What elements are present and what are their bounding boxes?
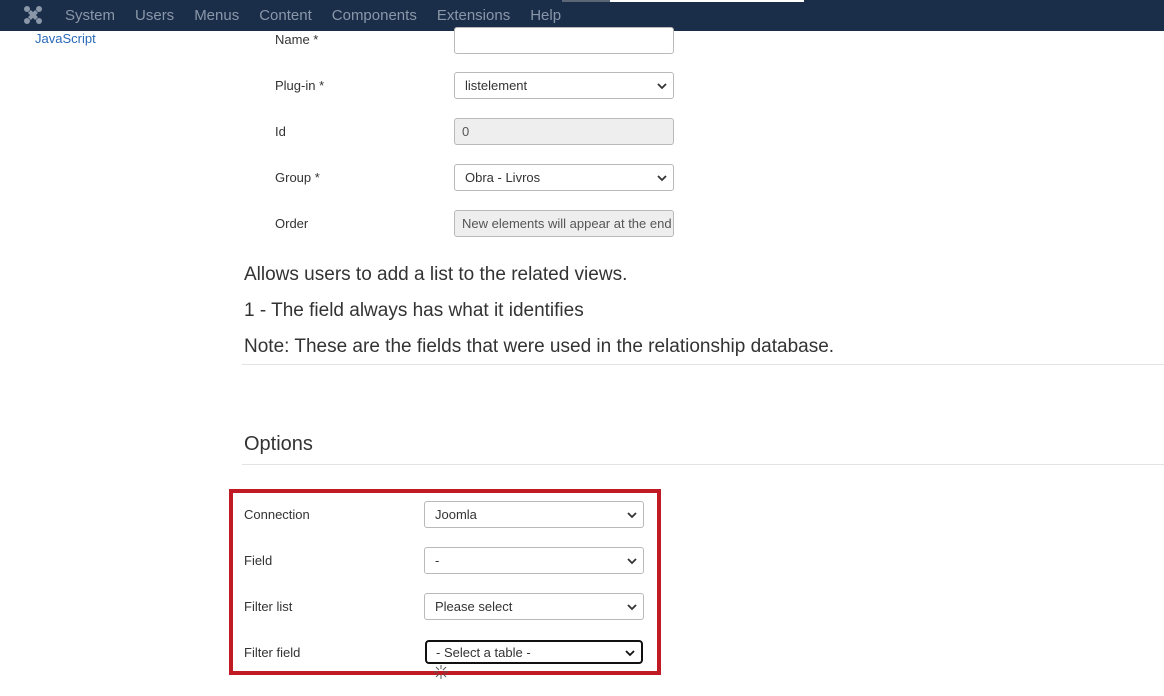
navbar-search-edge-dark	[562, 0, 610, 2]
description-line-1: Allows users to add a list to the relate…	[244, 264, 628, 285]
field-select[interactable]: -	[424, 547, 644, 574]
chevron-down-icon	[657, 83, 667, 90]
field-select-value: -	[435, 553, 440, 568]
chevron-down-icon	[627, 558, 637, 565]
group-select-value: Obra - Livros	[465, 170, 541, 185]
field-label: Field	[244, 553, 273, 568]
filter-list-select[interactable]: Please select	[424, 593, 644, 620]
description-line-2: 1 - The field always has what it identif…	[244, 300, 584, 321]
filter-field-label: Filter field	[244, 645, 301, 660]
menu-system[interactable]: System	[55, 0, 125, 31]
joomla-logo-icon[interactable]	[22, 4, 44, 26]
menu-users[interactable]: Users	[125, 0, 184, 31]
connection-select-value: Joomla	[435, 507, 477, 522]
name-label: Name *	[275, 32, 319, 47]
plugin-select-value: listelement	[465, 78, 528, 93]
options-divider	[242, 464, 1164, 465]
order-label: Order	[275, 216, 309, 231]
options-title: Options	[244, 433, 313, 455]
sidebar-link-javascript[interactable]: JavaScript	[35, 31, 96, 46]
filter-list-select-value: Please select	[435, 599, 513, 614]
id-label: Id	[275, 124, 286, 139]
chevron-down-icon	[657, 175, 667, 182]
group-select[interactable]: Obra - Livros	[454, 164, 674, 191]
menu-content[interactable]: Content	[249, 0, 322, 31]
chevron-down-icon	[627, 604, 637, 611]
connection-label: Connection	[244, 507, 310, 522]
chevron-down-icon	[625, 650, 635, 657]
connection-select[interactable]: Joomla	[424, 501, 644, 528]
menu-menus[interactable]: Menus	[184, 0, 249, 31]
divider	[242, 364, 1164, 365]
description-line-3: Note: These are the fields that were use…	[244, 336, 835, 357]
id-field: 0	[454, 118, 674, 145]
group-label: Group *	[275, 170, 320, 185]
filter-list-label: Filter list	[244, 599, 293, 614]
menu-components[interactable]: Components	[322, 0, 427, 31]
loading-spinner-icon	[434, 665, 448, 679]
filter-field-select-value: - Select a table -	[436, 644, 531, 660]
filter-field-select[interactable]: - Select a table -	[425, 640, 643, 664]
name-input[interactable]	[454, 27, 674, 54]
chevron-down-icon	[627, 512, 637, 519]
order-field: New elements will appear at the end	[454, 210, 674, 237]
plugin-select[interactable]: listelement	[454, 72, 674, 99]
plugin-label: Plug-in *	[275, 78, 325, 93]
